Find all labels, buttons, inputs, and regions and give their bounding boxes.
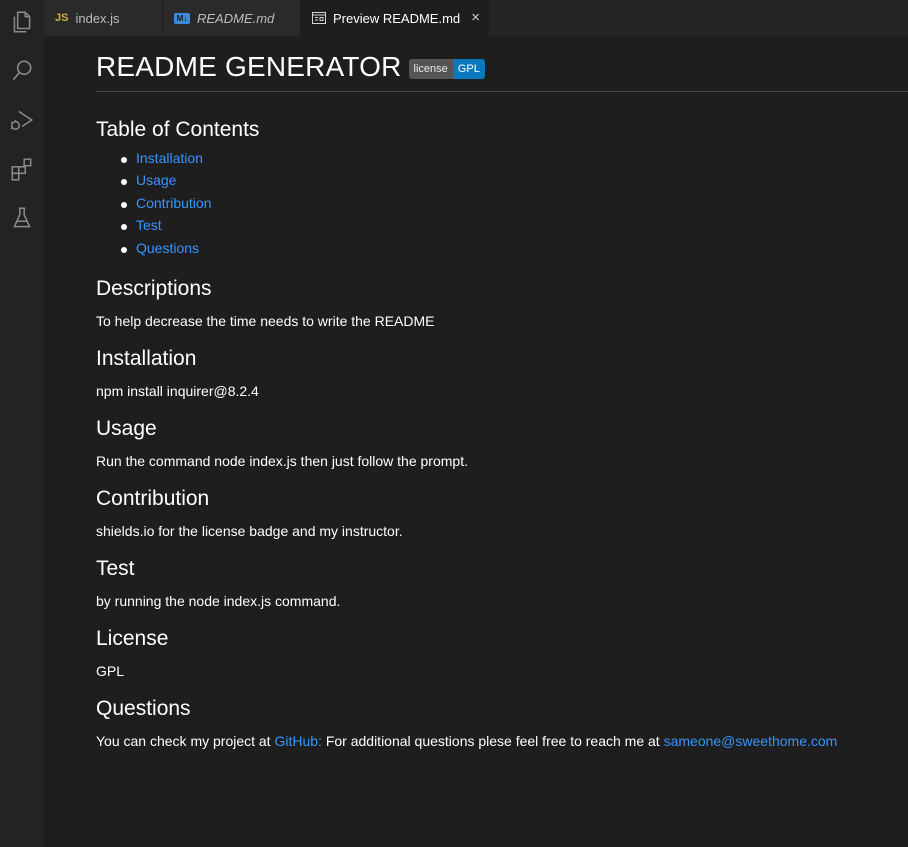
github-link[interactable]: GitHub: xyxy=(274,733,321,749)
descriptions-heading: Descriptions xyxy=(96,277,212,300)
javascript-file-icon: JS xyxy=(55,12,69,24)
toc-link-contribution[interactable]: Contribution xyxy=(136,195,212,211)
tab-readme-md[interactable]: M↓ README.md xyxy=(163,0,301,36)
questions-text-before: You can check my project at xyxy=(96,733,275,749)
markdown-file-icon: M↓ xyxy=(174,12,190,24)
toc-link-installation[interactable]: Installation xyxy=(136,150,203,166)
descriptions-text: To help decrease the time needs to write… xyxy=(96,313,435,329)
activity-bar xyxy=(0,0,44,847)
toc-item: Usage xyxy=(121,172,212,194)
toc-heading: Table of Contents xyxy=(96,118,260,141)
email-link[interactable]: sameone@sweethome.com xyxy=(664,733,838,749)
installation-heading: Installation xyxy=(96,347,197,370)
explorer-icon[interactable] xyxy=(8,8,36,36)
extensions-icon[interactable] xyxy=(8,155,36,183)
badge-value: GPL xyxy=(452,59,485,79)
installation-text: npm install inquirer@8.2.4 xyxy=(96,383,259,399)
questions-heading: Questions xyxy=(96,697,191,720)
table-of-contents: Installation Usage Contribution Test Que… xyxy=(121,150,212,262)
contribution-heading: Contribution xyxy=(96,487,210,510)
questions-text-middle: For additional questions plese feel free… xyxy=(321,733,664,749)
test-heading: Test xyxy=(96,557,135,580)
tab-label: Preview README.md xyxy=(333,10,461,26)
license-heading: License xyxy=(96,627,169,650)
toc-link-test[interactable]: Test xyxy=(136,217,162,233)
usage-heading: Usage xyxy=(96,417,157,440)
usage-text: Run the command node index.js then just … xyxy=(96,453,468,469)
contribution-text: shields.io for the license badge and my … xyxy=(96,523,403,539)
license-text: GPL xyxy=(96,663,125,679)
toc-item: Test xyxy=(121,217,212,239)
toc-link-usage[interactable]: Usage xyxy=(136,172,176,188)
markdown-preview: README GENERATOR license GPL Table of Co… xyxy=(96,36,908,847)
tab-label: index.js xyxy=(75,10,120,26)
tab-bar: JS index.js M↓ README.md Preview README.… xyxy=(44,0,908,36)
tab-label: README.md xyxy=(197,10,275,26)
divider xyxy=(96,91,908,92)
tab-index-js[interactable]: JS index.js xyxy=(44,0,163,36)
tab-preview-readme[interactable]: Preview README.md × xyxy=(301,0,489,36)
testing-icon[interactable] xyxy=(8,204,36,232)
toc-item: Contribution xyxy=(121,195,212,217)
license-badge: license GPL xyxy=(408,59,485,79)
toc-link-questions[interactable]: Questions xyxy=(136,240,199,256)
test-text: by running the node index.js command. xyxy=(96,593,341,609)
badge-label: license xyxy=(408,59,453,79)
toc-item: Installation xyxy=(121,150,212,172)
page-title: README GENERATOR xyxy=(96,51,402,82)
preview-icon xyxy=(312,12,326,24)
close-icon[interactable]: × xyxy=(471,9,480,26)
search-icon[interactable] xyxy=(8,57,36,85)
run-debug-icon[interactable] xyxy=(8,106,36,134)
toc-item: Questions xyxy=(121,240,212,262)
title-row: README GENERATOR license GPL xyxy=(96,51,485,83)
questions-text: You can check my project at GitHub: For … xyxy=(96,733,837,749)
